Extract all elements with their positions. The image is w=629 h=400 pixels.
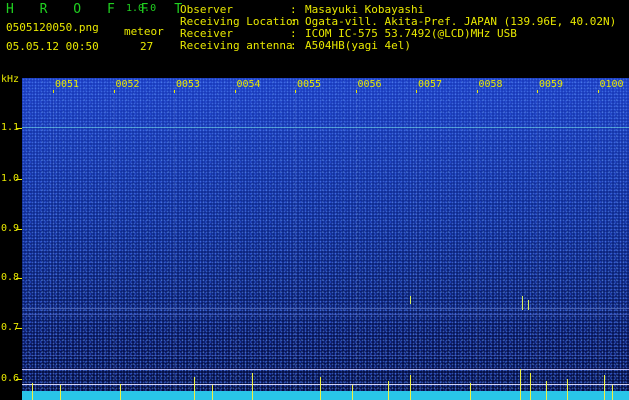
- meteor-echo: [567, 379, 568, 400]
- meteor-echo: [530, 373, 531, 400]
- image-filename: 0505120050.png: [6, 21, 99, 34]
- antenna-label: Receiving antenna: [180, 39, 293, 52]
- app-title: H R O F F T: [6, 2, 192, 17]
- minute-gridline: [355, 85, 357, 391]
- meteor-echo: [604, 375, 605, 400]
- meteor-echo: [120, 384, 121, 400]
- antenna-separator: :: [290, 39, 297, 52]
- frequency-tick: [16, 229, 22, 230]
- minute-gridline: [295, 85, 296, 391]
- meteor-trace: [522, 296, 523, 310]
- meteor-echo: [60, 385, 61, 400]
- meteor-label: meteor: [124, 25, 164, 38]
- meteor-echo: [32, 383, 33, 400]
- time-tick-label: 0054: [236, 79, 261, 90]
- minute-gridline: [174, 85, 175, 391]
- time-tick-label: 0059: [539, 79, 564, 90]
- time-tick-label: 0055: [297, 79, 322, 90]
- noise-floor-band: [22, 391, 629, 400]
- minute-gridline: [476, 85, 478, 391]
- time-tick-label: 0056: [357, 79, 382, 90]
- carrier-line: [22, 369, 629, 370]
- carrier-line: [22, 127, 629, 128]
- meteor-echo: [212, 385, 213, 400]
- time-tick-label: 0052: [115, 79, 140, 90]
- frequency-tick: [16, 328, 22, 329]
- meteor-echo: [470, 383, 471, 400]
- time-tick-label: 0053: [176, 79, 201, 90]
- time-tick-label: 0057: [418, 79, 443, 90]
- capture-datetime: 05.05.12 00:50: [6, 40, 99, 53]
- antenna-value: A504HB(yagi 4el): [305, 39, 411, 52]
- time-tick-label: 0100: [599, 79, 624, 90]
- carrier-line: [22, 355, 629, 356]
- minute-gridline: [597, 85, 599, 391]
- carrier-line: [22, 384, 629, 385]
- frequency-tick: [16, 379, 22, 380]
- frequency-unit-label: kHz: [1, 74, 20, 85]
- minute-gridline: [416, 85, 417, 391]
- meteor-echo: [410, 375, 411, 400]
- meteor-trace: [410, 296, 411, 304]
- frequency-tick: [16, 128, 22, 129]
- minute-gridline: [113, 85, 115, 391]
- frequency-tick: [16, 179, 22, 180]
- minute-gridline: [234, 85, 236, 391]
- app-version: 1.0.0: [126, 3, 157, 14]
- carrier-line: [22, 308, 629, 309]
- meteor-echo: [388, 381, 389, 400]
- meteor-echo: [320, 377, 321, 400]
- meteor-echo: [612, 385, 613, 400]
- meteor-echo: [194, 377, 195, 400]
- minute-gridline: [53, 85, 54, 391]
- frequency-tick: [16, 278, 22, 279]
- meteor-echo: [546, 381, 547, 400]
- carrier-line: [22, 314, 629, 315]
- meteor-echo: [352, 385, 353, 400]
- meteor-echo: [252, 373, 253, 400]
- time-tick-label: 0058: [478, 79, 503, 90]
- minute-gridline: [537, 85, 538, 391]
- meteor-echo: [520, 369, 521, 400]
- header-panel: H R O F F T 1.0.0 0505120050.png 05.05.1…: [0, 0, 629, 78]
- meteor-trace: [528, 300, 529, 310]
- meteor-count: 27: [140, 40, 154, 53]
- time-tick-label: 0051: [55, 79, 80, 90]
